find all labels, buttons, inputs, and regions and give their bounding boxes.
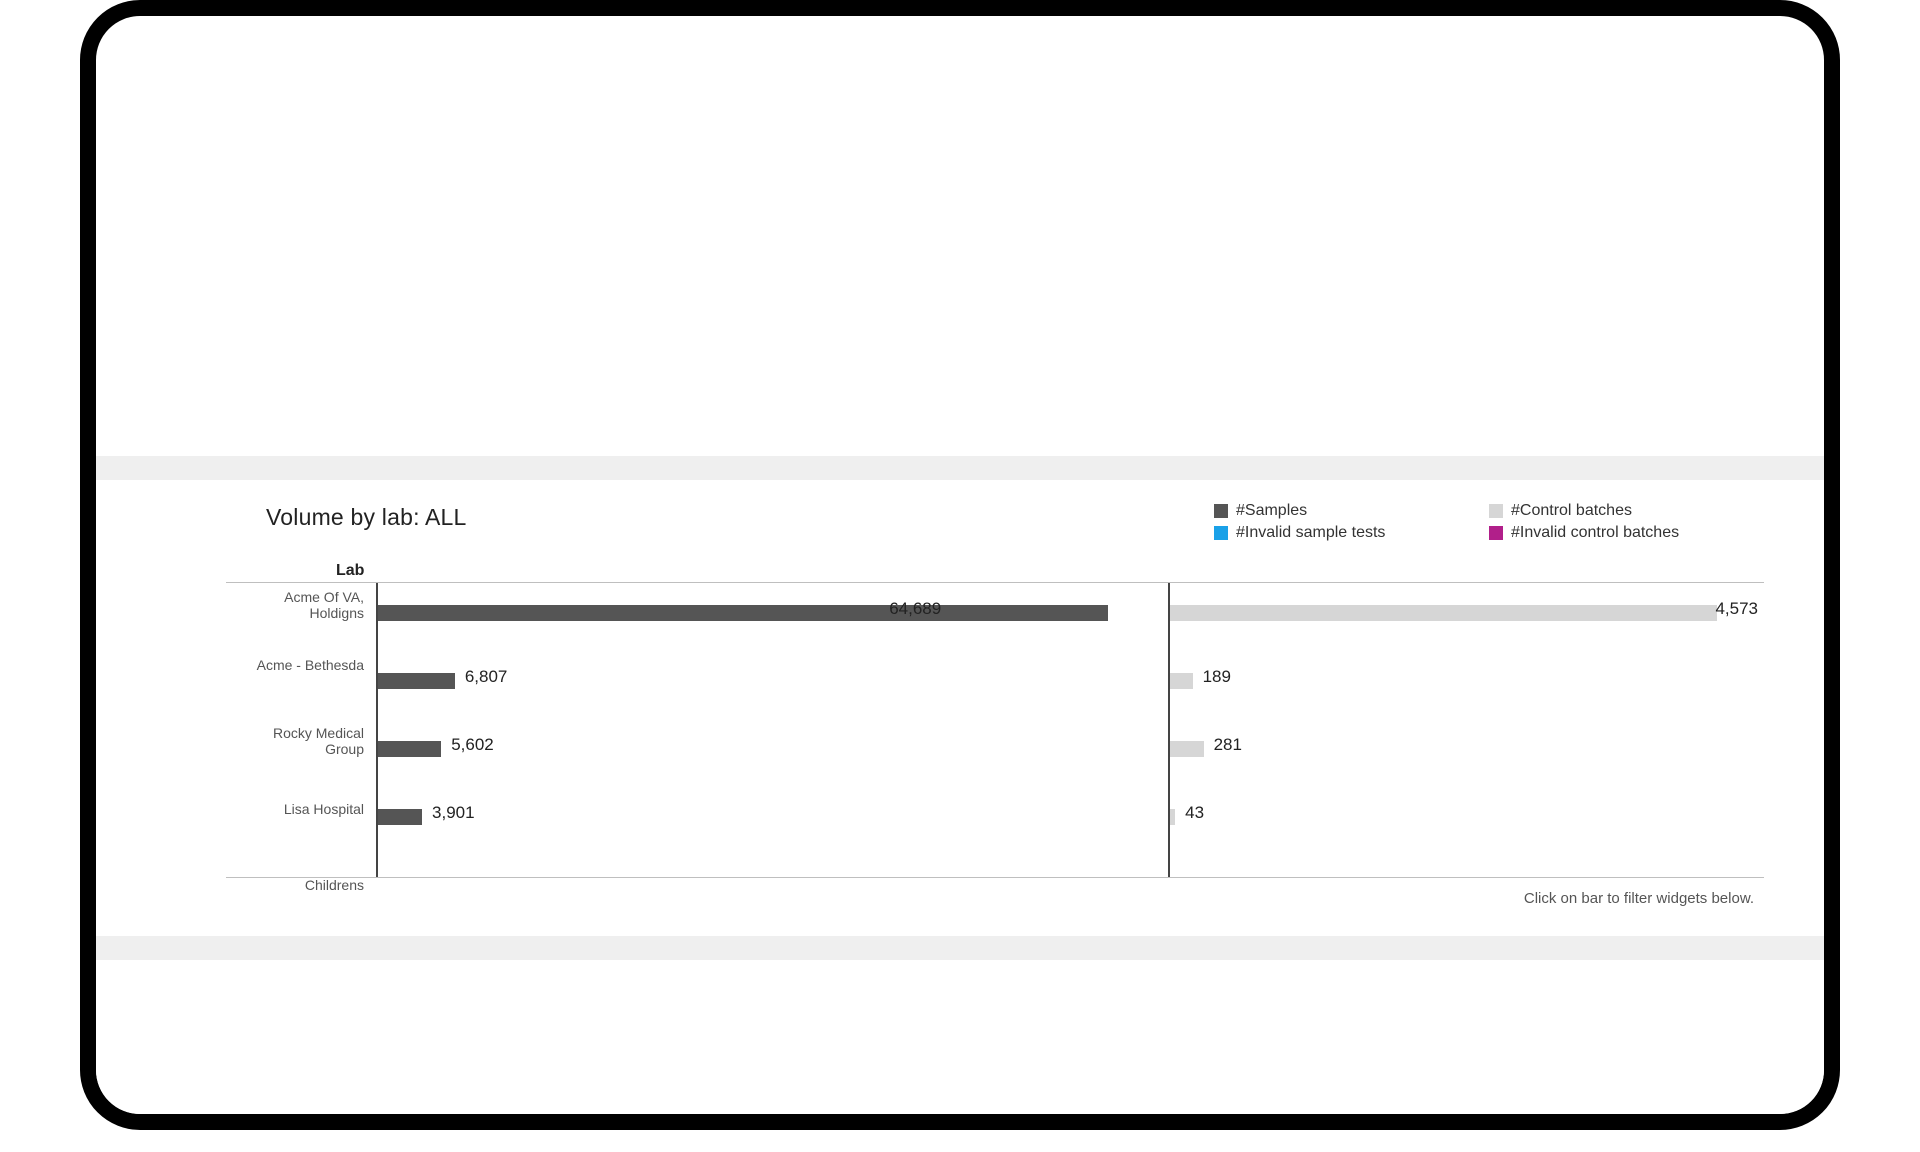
bar-row: 6,807 189 (378, 653, 1764, 709)
legend-swatch (1489, 504, 1503, 518)
bar-control-batches[interactable] (1170, 741, 1204, 757)
chart-plot: Acme Of VA, Holdigns Acme - Bethesda Rocky… (226, 582, 1764, 878)
bar-samples[interactable] (378, 809, 422, 825)
chart-legend: #Samples #Control batches #Invalid sample … (1214, 502, 1764, 542)
bar-value-label: 4,573 (1715, 599, 1758, 619)
legend-swatch (1214, 504, 1228, 518)
y-axis-title: Lab (336, 562, 364, 580)
bar-value-label: 281 (1214, 735, 1242, 755)
bar-control-batches[interactable] (1170, 673, 1193, 689)
bar-value-label: 6,807 (465, 667, 508, 687)
bar-row: 64,689 4,573 (378, 585, 1764, 641)
y-tick-label: Acme Of VA, Holdigns (234, 589, 364, 621)
legend-item[interactable]: #Control batches (1489, 502, 1764, 520)
bar-samples[interactable] (378, 605, 1108, 621)
legend-item[interactable]: #Samples (1214, 502, 1489, 520)
bar-control-batches[interactable] (1170, 605, 1717, 621)
legend-swatch (1489, 526, 1503, 540)
chart-card: Volume by lab: ALL #Samples#Control batc… (96, 480, 1824, 1114)
device-frame: Volume by lab: ALL #Samples#Control batc… (80, 0, 1840, 1130)
bar-value-label: 43 (1185, 803, 1204, 823)
bar-control-batches[interactable] (1170, 809, 1175, 825)
y-tick-label: Lisa Hospital (234, 801, 364, 817)
bar-value-label: 189 (1203, 667, 1231, 687)
content-area: Volume by lab: ALL #Samples#Control batc… (96, 16, 1824, 1114)
legend-label: #Control batches (1511, 502, 1632, 520)
divider-band-bottom (96, 936, 1824, 960)
bar-value-label: 5,602 (451, 735, 494, 755)
bar-value-label: 3,901 (432, 803, 475, 823)
legend-item[interactable]: #Invalid control batches (1489, 524, 1764, 542)
legend-swatch (1214, 526, 1228, 540)
divider-band-top (96, 456, 1824, 480)
bar-row: 3,901 43 (378, 789, 1764, 845)
legend-item[interactable]: #Invalid sample tests (1214, 524, 1489, 542)
y-tick-label: Childrens (234, 877, 364, 893)
bar-value-label: 64,689 (889, 599, 941, 619)
legend-label: #Samples (1236, 502, 1307, 520)
legend-label: #Invalid sample tests (1236, 524, 1385, 542)
bar-samples[interactable] (378, 673, 455, 689)
y-tick-label: Rocky Medical Group (234, 725, 364, 757)
bar-samples[interactable] (378, 741, 441, 757)
legend-label: #Invalid control batches (1511, 524, 1679, 542)
y-axis: Acme Of VA, Holdigns Acme - Bethesda Rocky… (226, 583, 378, 877)
chart-hint: Click on bar to filter widgets below. (1524, 890, 1754, 907)
y-tick-label: Acme - Bethesda (234, 657, 364, 673)
bar-row: 5,602 281 (378, 721, 1764, 777)
